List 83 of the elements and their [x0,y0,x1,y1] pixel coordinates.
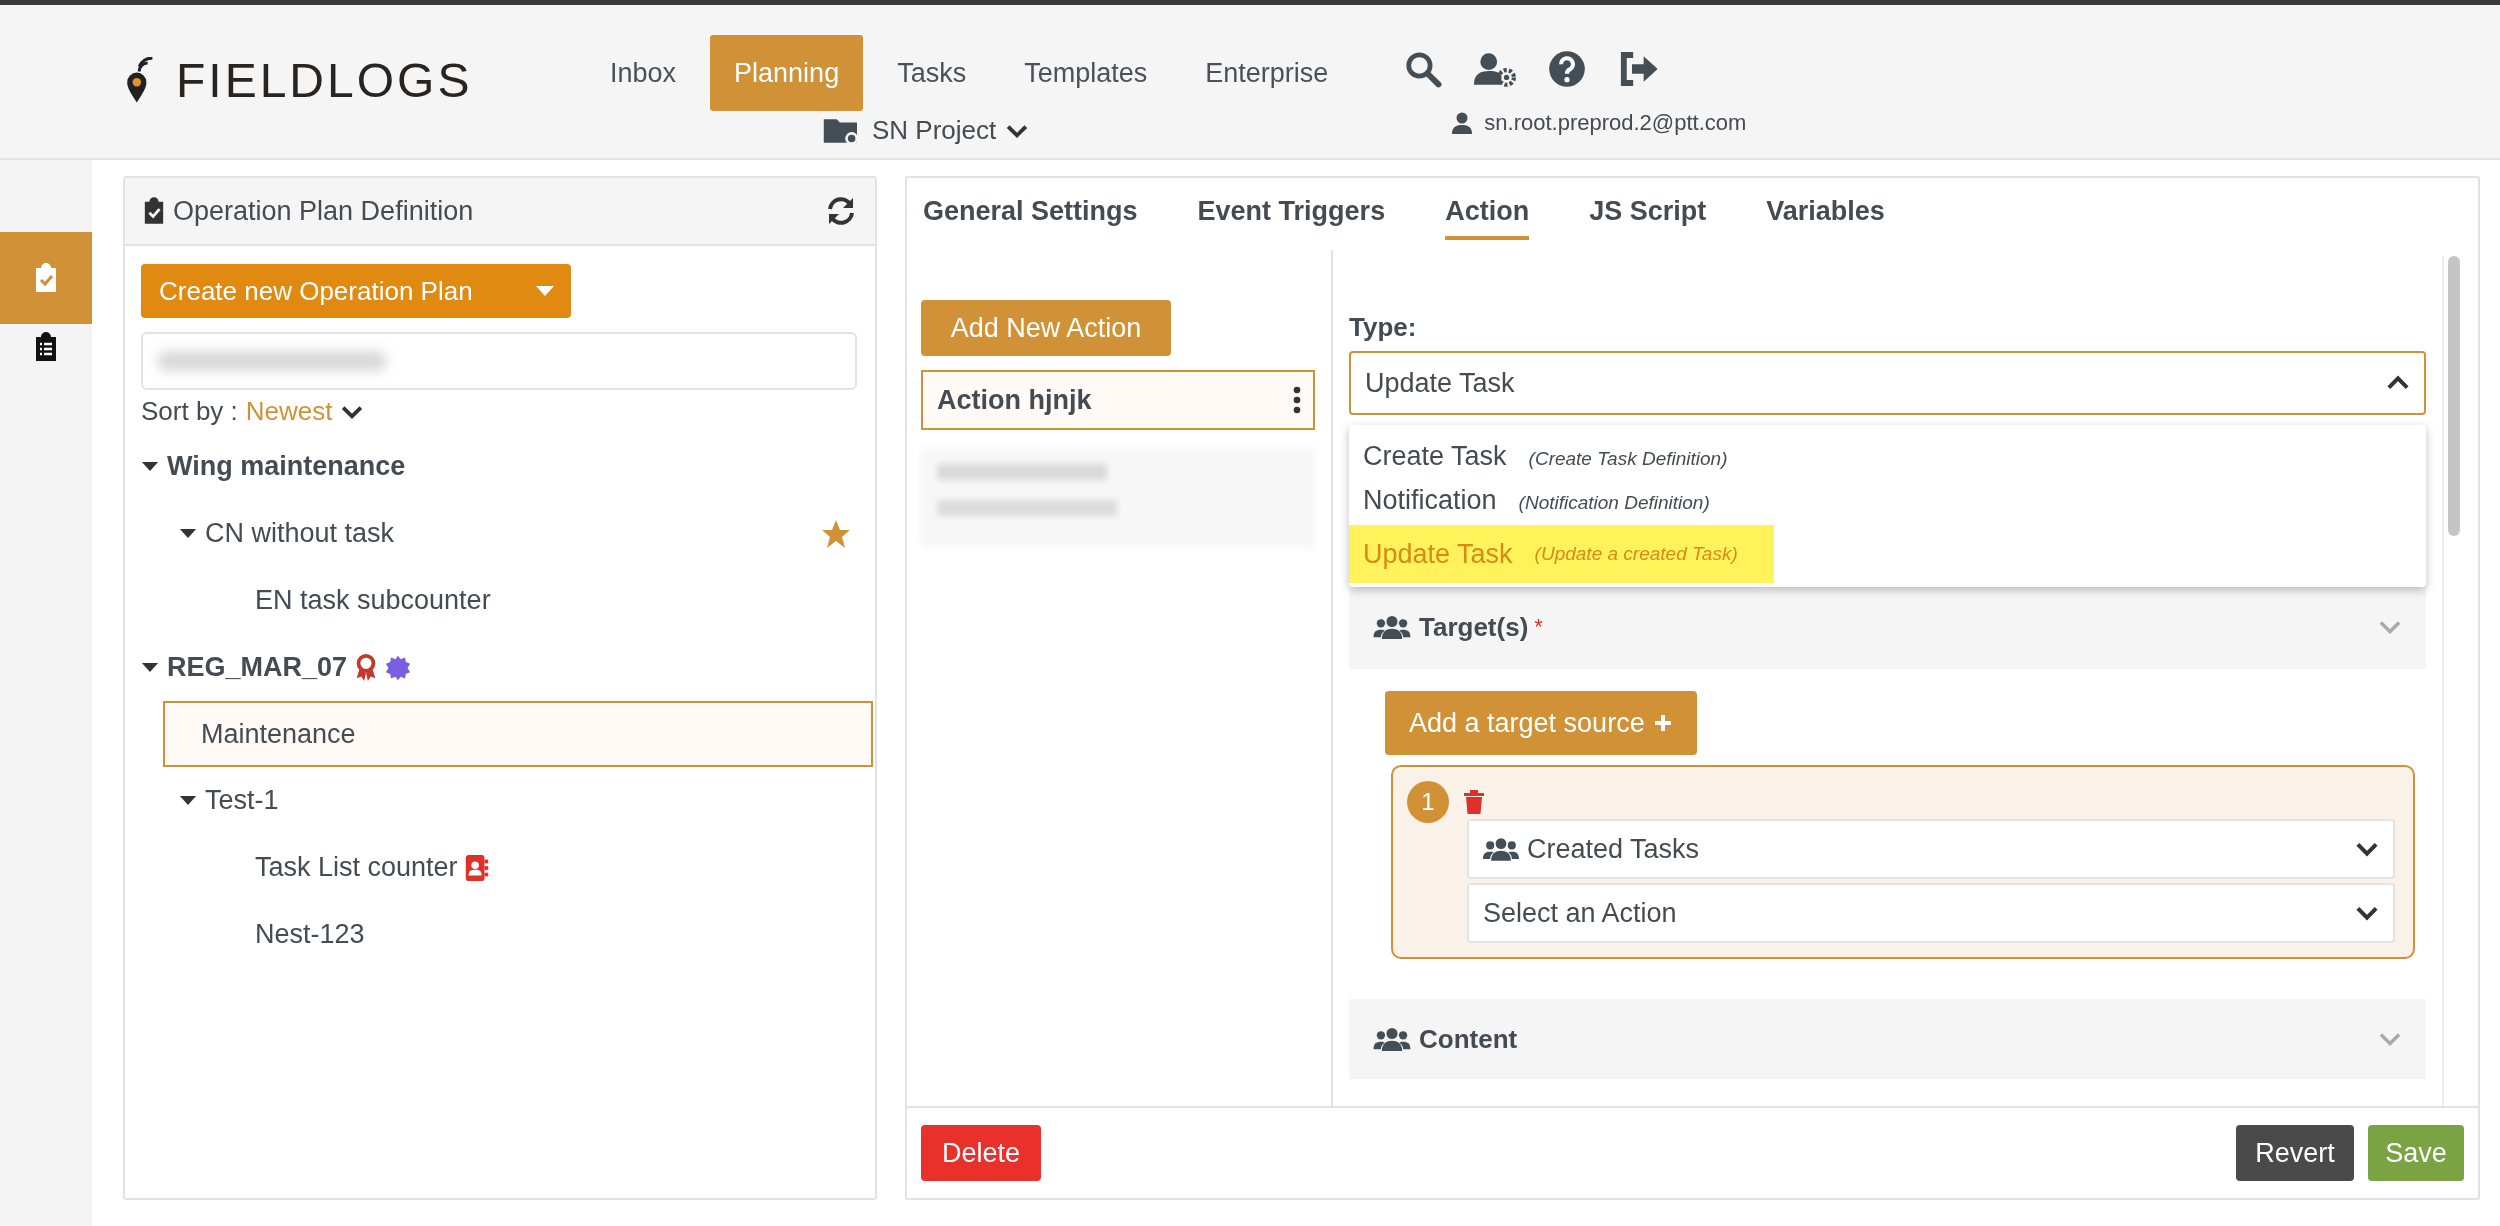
tree-item-label: Test-1 [205,785,279,816]
caret-icon[interactable] [141,662,159,673]
chevron-down-icon [2378,619,2402,635]
tab[interactable]: Event Triggers [1197,196,1386,240]
action-name: Action hjnjk [937,384,1092,416]
required-mark: * [1534,614,1543,640]
project-name: SN Project [872,115,997,146]
tree-row[interactable]: Wing maintenance [141,433,859,500]
dropdown-option[interactable]: Notification (Notification Definition) [1349,481,1724,525]
tree-row[interactable]: Task List counter [141,834,859,901]
chevron-down-icon [2355,905,2379,921]
user-icon [1452,112,1473,134]
caret-down-icon [535,285,555,297]
tree-item-label: EN task subcounter [255,585,491,616]
option-hint: (Create Task Definition) [1528,448,1728,470]
chevron-down-icon [2355,841,2379,857]
section-title: Content [1419,1023,1518,1055]
contact-book-icon [463,853,490,882]
tab[interactable]: General Settings [923,196,1138,240]
tab[interactable]: Variables [1766,196,1885,240]
tree-row[interactable]: Maintenance [163,701,873,767]
dropdown-option[interactable]: Create Task (Create Task Definition) [1349,437,1742,481]
users-icon [1373,615,1411,639]
tree-row[interactable]: REG_MAR_07 [141,634,859,701]
caret-icon[interactable] [179,528,197,539]
panel-title: Operation Plan Definition [173,195,475,227]
tab[interactable]: JS Script [1589,196,1707,240]
clipboard-check-icon [143,197,165,225]
more-options-icon[interactable] [1293,386,1301,414]
users-icon [1483,837,1519,861]
source-select[interactable]: Created Tasks [1467,819,2395,879]
users-icon [1373,1027,1411,1051]
field-label: Type: [1349,312,1418,343]
option-hint: (Update a created Task) [1534,543,1738,565]
tab[interactable]: Action [1445,196,1530,240]
tree-row[interactable]: CN without task [141,500,859,567]
number-badge: 1 [1407,781,1449,823]
tree-item-label: Maintenance [201,718,356,750]
chevron-down-icon [340,403,363,420]
tree-row[interactable]: Test-1 [141,767,859,834]
project-selector[interactable]: SN Project [822,115,1029,146]
clipboard-list-icon [34,332,58,362]
nav-tab[interactable]: Templates [1000,35,1172,111]
option-hint: (Notification Definition) [1518,492,1710,514]
select-placeholder: Select an Action [1483,897,1677,929]
tree-item-label: CN without task [205,518,395,549]
tree-row[interactable]: Nest-123 [141,901,859,968]
user-settings-icon[interactable] [1474,50,1517,88]
nav-tab[interactable]: Inbox [586,35,701,111]
tree-item-label: REG_MAR_07 [167,652,348,683]
tree-row[interactable]: EN task subcounter [141,567,859,634]
action-select[interactable]: Select an Action [1467,883,2395,943]
type-select[interactable]: Update Task [1349,351,2426,415]
chevron-icon [2378,1031,2402,1047]
user-email: sn.root.preprod.2@ptt.com [1484,110,1747,136]
nav-tab[interactable]: Tasks [873,35,991,111]
caret-icon[interactable] [179,795,197,806]
refresh-icon[interactable] [825,195,857,227]
action-item[interactable]: Action hjnjk [921,370,1315,430]
revert-button[interactable]: Revert [2236,1125,2354,1181]
tree-item-label: Task List counter [255,852,458,883]
delete-button[interactable]: Delete [921,1125,1041,1181]
chevron-icon [2386,375,2410,391]
tree-item-label: Nest-123 [255,919,365,950]
plus-icon [1652,713,1673,733]
tree-item-label: Wing maintenance [167,451,406,482]
section-header[interactable]: Content [1349,999,2426,1079]
chevron-down-icon [1006,122,1029,139]
scrollbar-thumb[interactable] [2448,256,2460,536]
clipboard-check-icon [34,263,58,293]
sort-label: Sort by : [141,396,238,427]
section-header[interactable]: Target(s) * [1349,585,2426,669]
select-value: Created Tasks [1527,833,1700,865]
caret-icon[interactable] [141,461,159,472]
option-label: Update Task [1363,538,1513,570]
option-label: Notification [1363,485,1497,516]
trash-icon[interactable] [1463,789,1485,815]
logo-text: FIELDLOGS [176,53,473,108]
option-label: Create Task [1363,441,1507,472]
section-title: Target(s) [1419,611,1529,643]
search-field[interactable] [141,332,857,390]
nav-tab[interactable]: Enterprise [1181,35,1353,111]
star-icon[interactable] [821,518,851,549]
